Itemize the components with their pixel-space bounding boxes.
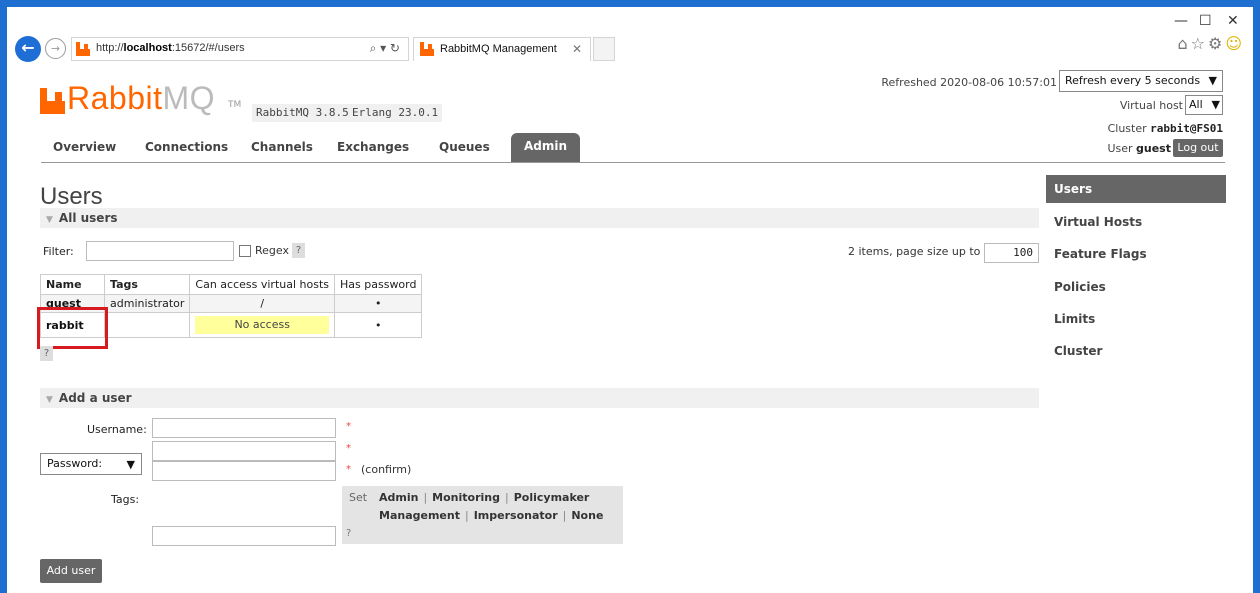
column-tags[interactable]: Tags xyxy=(103,274,191,295)
feedback-smiley-icon[interactable]: ☺ xyxy=(1225,34,1245,53)
settings-gear-icon[interactable]: ⚙ xyxy=(1208,34,1225,53)
column-vhosts: Can access virtual hosts xyxy=(189,274,336,295)
sidebar-item-users[interactable]: Users xyxy=(1046,175,1226,203)
user-has-password: • xyxy=(334,294,423,313)
collapse-triangle-icon: ▼ xyxy=(46,395,53,405)
refresh-interval-select[interactable]: Refresh every 5 seconds ▼ xyxy=(1059,70,1223,92)
column-name[interactable]: Name xyxy=(40,274,105,295)
annotation-highlight-box xyxy=(37,307,108,349)
tab-queues[interactable]: Queues xyxy=(439,140,490,154)
tags-label: Tags: xyxy=(111,493,140,506)
tags-input[interactable] xyxy=(152,526,336,546)
tab-overview[interactable]: Overview xyxy=(53,140,116,154)
confirm-label: (confirm) xyxy=(361,463,412,476)
all-users-section-header[interactable]: ▼ All users xyxy=(40,208,1039,228)
browser-window: — ☐ ✕ ← → http://localhost:15672/#/users… xyxy=(7,7,1253,593)
browser-chrome: — ☐ ✕ ← → http://localhost:15672/#/users… xyxy=(7,7,1253,65)
address-bar[interactable]: http://localhost:15672/#/users ⌕ ▾ ↻ xyxy=(71,37,409,61)
tag-options-row-2: Management | Impersonator | None xyxy=(379,509,604,522)
new-tab-button[interactable] xyxy=(593,37,615,61)
home-icon[interactable]: ⌂ xyxy=(1177,34,1190,53)
tab-close-icon[interactable]: ✕ xyxy=(572,42,582,56)
no-access-badge: No access xyxy=(195,316,330,334)
user-vhosts: No access xyxy=(189,312,336,338)
chevron-down-icon: ▼ xyxy=(126,458,135,471)
add-user-button[interactable]: Add user xyxy=(40,559,102,583)
search-refresh-icon[interactable]: ⌕ ▾ ↻ xyxy=(370,41,400,56)
maximize-icon[interactable]: ☐ xyxy=(1199,13,1212,29)
tag-option-admin[interactable]: Admin xyxy=(379,491,418,504)
sidebar-item-policies[interactable]: Policies xyxy=(1046,273,1226,301)
close-window-icon[interactable]: ✕ xyxy=(1227,13,1239,29)
sidebar-item-virtual-hosts[interactable]: Virtual Hosts xyxy=(1046,208,1226,236)
tab-title: RabbitMQ Management xyxy=(440,43,557,55)
rabbitmq-logo-icon xyxy=(40,88,66,114)
virtual-host-label: Virtual host xyxy=(1119,99,1183,112)
username-input[interactable] xyxy=(152,418,336,438)
user-has-password: • xyxy=(334,312,423,338)
tag-option-none[interactable]: None xyxy=(571,509,603,522)
logo-trademark: TM xyxy=(228,100,242,110)
password-input[interactable] xyxy=(152,441,336,461)
tab-connections[interactable]: Connections xyxy=(145,140,228,154)
regex-help-icon[interactable]: ? xyxy=(292,243,305,258)
tags-help-icon[interactable]: ? xyxy=(346,528,351,539)
tag-option-policymaker[interactable]: Policymaker xyxy=(514,491,590,504)
required-marker: * xyxy=(346,421,351,432)
browser-toolbar-icons: ⌂☆⚙☺ xyxy=(1177,34,1245,53)
user-tags: administrator xyxy=(103,294,191,313)
username-label: Username: xyxy=(87,423,147,436)
virtual-host-select[interactable]: All ▼ xyxy=(1185,95,1223,115)
browser-tab[interactable]: RabbitMQ Management ✕ xyxy=(413,37,591,61)
address-url: http://localhost:15672/#/users xyxy=(96,42,245,54)
refreshed-timestamp: Refreshed 2020-08-06 10:57:01 xyxy=(881,76,1057,89)
chevron-down-icon: ▼ xyxy=(1211,98,1220,111)
tag-option-management[interactable]: Management xyxy=(379,509,460,522)
page-title: Users xyxy=(40,183,103,210)
collapse-triangle-icon: ▼ xyxy=(46,215,53,225)
tab-admin[interactable]: Admin xyxy=(511,133,581,162)
erlang-version: Erlang 23.0.1 xyxy=(348,104,443,122)
page-size-input[interactable]: 100 xyxy=(984,243,1039,263)
tag-option-impersonator[interactable]: Impersonator xyxy=(474,509,558,522)
column-has-password: Has password xyxy=(334,274,423,295)
rabbitmq-version: RabbitMQ 3.8.5 xyxy=(252,104,353,122)
tag-options-row-1: Admin | Monitoring | Policymaker xyxy=(379,491,590,504)
users-table-help-icon[interactable]: ? xyxy=(40,346,53,361)
forward-arrow-icon[interactable]: → xyxy=(45,38,66,59)
regex-label: Regex xyxy=(255,244,289,257)
tag-option-monitoring[interactable]: Monitoring xyxy=(432,491,500,504)
rabbitmq-favicon-icon xyxy=(420,42,434,56)
user-vhosts: / xyxy=(189,294,336,313)
regex-checkbox[interactable] xyxy=(239,245,251,257)
password-confirm-input[interactable] xyxy=(152,461,336,481)
back-arrow-icon[interactable]: ← xyxy=(15,36,41,62)
required-marker: * xyxy=(346,464,351,475)
sidebar-item-cluster[interactable]: Cluster xyxy=(1046,337,1226,365)
chevron-down-icon: ▼ xyxy=(1208,74,1217,87)
set-label: Set xyxy=(349,491,368,504)
sidebar-item-limits[interactable]: Limits xyxy=(1046,305,1226,333)
required-marker: * xyxy=(346,443,351,454)
favorites-star-icon[interactable]: ☆ xyxy=(1191,34,1208,53)
table-header-row: Name Tags Can access virtual hosts Has p… xyxy=(40,274,423,295)
main-nav-tabs: Overview Connections Channels Exchanges … xyxy=(41,133,1225,163)
tab-channels[interactable]: Channels xyxy=(251,140,313,154)
tab-exchanges[interactable]: Exchanges xyxy=(337,140,409,154)
filter-label: Filter: xyxy=(43,245,74,258)
tag-presets-panel: Set Admin | Monitoring | Policymaker Managem… xyxy=(342,486,623,544)
pager-info: 2 items, page size up to xyxy=(848,245,981,258)
add-user-section-header[interactable]: ▼ Add a user xyxy=(40,388,1039,408)
filter-input[interactable] xyxy=(86,241,234,261)
password-type-select[interactable]: Password: ▼ xyxy=(40,453,142,475)
user-tags xyxy=(103,312,191,338)
sidebar-item-feature-flags[interactable]: Feature Flags xyxy=(1046,240,1226,268)
rabbitmq-favicon-icon xyxy=(76,42,90,56)
minimize-icon[interactable]: — xyxy=(1174,13,1188,29)
logo-text: RabbitMQ xyxy=(67,80,216,116)
